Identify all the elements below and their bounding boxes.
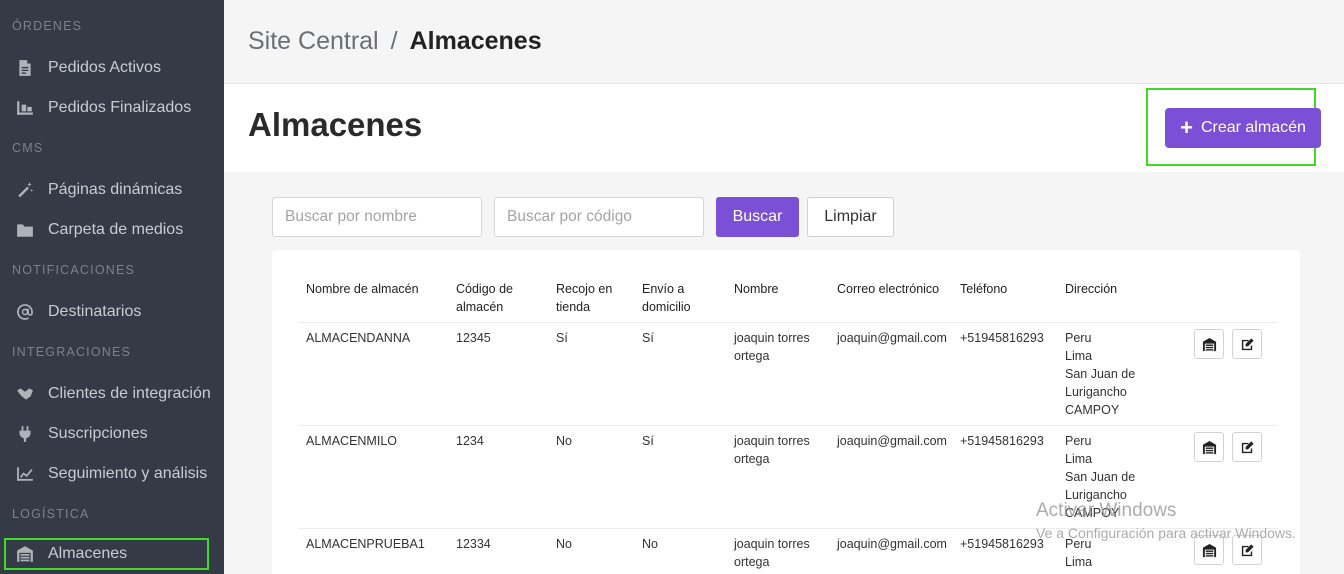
breadcrumb: Site Central / Almacenes [248, 27, 542, 56]
windows-watermark-subtitle: Ve a Configuración para activar Windows. [1036, 525, 1296, 541]
handshake-icon [16, 385, 34, 403]
sidebar-item-label: Destinatarios [48, 303, 142, 320]
sidebar-item-seguimiento-y-analisis[interactable]: Seguimiento y análisis [0, 456, 224, 492]
edit-icon [1241, 337, 1254, 350]
sidebar-item-label: Seguimiento y análisis [48, 465, 208, 482]
search-name-input[interactable] [272, 197, 482, 237]
search-code-input[interactable] [494, 197, 704, 237]
cell-delivery: No [642, 537, 658, 551]
edit-icon [1241, 440, 1254, 453]
cell-pickup: Sí [556, 331, 568, 345]
cell-phone: +51945816293 [960, 434, 1044, 448]
column-header-envio: Envío a domicilio [642, 282, 691, 314]
folder-icon [16, 221, 34, 239]
edit-warehouse-button[interactable] [1232, 329, 1262, 359]
sidebar-section-cms: CMS [12, 141, 44, 155]
cell-code: 12345 [456, 331, 491, 345]
breadcrumb-root[interactable]: Site Central [248, 27, 379, 56]
sidebar-item-label: Pedidos Finalizados [48, 99, 192, 116]
cell-code: 12334 [456, 537, 491, 551]
sidebar-item-suscripciones[interactable]: Suscripciones [0, 416, 224, 452]
cell-email: joaquin@gmail.com [837, 434, 947, 448]
plug-icon [16, 425, 34, 443]
sidebar-item-label: Carpeta de medios [48, 221, 184, 238]
column-header-recojo: Recojo en tienda [556, 282, 613, 314]
cell-address: Peru Lima San Juan de Lurigancho CAMPOY [1065, 331, 1136, 417]
dolly-icon [16, 99, 34, 117]
edit-warehouse-button[interactable] [1232, 432, 1262, 462]
cell-code: 1234 [456, 434, 484, 448]
view-warehouse-button[interactable] [1194, 432, 1224, 462]
title-bar: Almacenes + Crear almacén [224, 84, 1344, 172]
sidebar-item-label: Almacenes [48, 545, 128, 562]
create-warehouse-button[interactable]: + Crear almacén [1165, 108, 1321, 148]
sidebar-item-label: Clientes de integración [48, 385, 211, 402]
cell-delivery: Sí [642, 434, 654, 448]
edit-icon [1241, 543, 1254, 556]
sidebar-item-clientes-de-integracion[interactable]: Clientes de integración [0, 376, 224, 412]
cell-name: ALMACENPRUEBA1 [306, 537, 425, 551]
create-warehouse-label: Crear almacén [1200, 119, 1306, 136]
column-header-nombre: Nombre [734, 282, 779, 296]
sidebar-item-paginas-dinamicas[interactable]: Páginas dinámicas [0, 172, 224, 208]
search-button[interactable]: Buscar [716, 197, 799, 237]
plus-icon: + [1180, 115, 1193, 140]
cell-contact: joaquin torres ortega [734, 434, 810, 466]
sidebar: ÓRDENES Pedidos Activos Pedidos Finaliza… [0, 0, 224, 574]
sidebar-item-pedidos-activos[interactable]: Pedidos Activos [0, 50, 224, 86]
cell-pickup: No [556, 537, 572, 551]
cell-email: joaquin@gmail.com [837, 331, 947, 345]
sidebar-section-logistica: LOGÍSTICA [12, 507, 90, 521]
sidebar-item-almacenes[interactable]: Almacenes [4, 538, 209, 570]
cell-name: ALMACENDANNA [306, 331, 411, 345]
warehouse-icon [1202, 543, 1216, 557]
sidebar-section-notificaciones: NOTIFICACIONES [12, 263, 136, 277]
sidebar-item-label: Pedidos Activos [48, 59, 161, 76]
windows-watermark-title: Activar Windows [1036, 500, 1177, 521]
chart-line-icon [16, 465, 34, 483]
breadcrumb-separator: / [390, 27, 398, 55]
document-icon [16, 59, 34, 77]
row-divider [298, 322, 1278, 323]
cell-phone: +51945816293 [960, 537, 1044, 551]
sidebar-item-label: Suscripciones [48, 425, 148, 442]
magic-wand-icon [16, 181, 34, 199]
column-header-telefono: Teléfono [960, 282, 1008, 296]
sidebar-section-integraciones: INTEGRACIONES [12, 345, 132, 359]
cell-email: joaquin@gmail.com [837, 537, 947, 551]
column-header-nombre-almacen: Nombre de almacén [306, 282, 419, 296]
clear-button[interactable]: Limpiar [807, 197, 894, 237]
cell-phone: +51945816293 [960, 331, 1044, 345]
column-header-codigo: Código de almacén [456, 282, 513, 314]
sidebar-item-pedidos-finalizados[interactable]: Pedidos Finalizados [0, 90, 224, 126]
at-icon [16, 303, 34, 321]
sidebar-item-destinatarios[interactable]: Destinatarios [0, 294, 224, 330]
column-header-direccion: Dirección [1065, 282, 1118, 296]
cell-delivery: Sí [642, 331, 654, 345]
sidebar-section-ordenes: ÓRDENES [12, 19, 83, 33]
header: Site Central / Almacenes [224, 0, 1344, 84]
breadcrumb-current: Almacenes [409, 27, 542, 55]
cell-name: ALMACENMILO [306, 434, 397, 448]
view-warehouse-button[interactable] [1194, 329, 1224, 359]
sidebar-item-carpeta-de-medios[interactable]: Carpeta de medios [0, 212, 224, 248]
warehouse-icon [16, 545, 34, 563]
row-divider [298, 425, 1278, 426]
column-header-correo: Correo electrónico [837, 282, 940, 296]
cell-contact: joaquin torres ortega [734, 331, 810, 363]
cell-contact: joaquin torres ortega [734, 537, 810, 569]
warehouse-icon [1202, 440, 1216, 454]
page-title: Almacenes [248, 106, 423, 143]
sidebar-item-label: Páginas dinámicas [48, 181, 183, 198]
cell-pickup: No [556, 434, 572, 448]
warehouse-icon [1202, 337, 1216, 351]
